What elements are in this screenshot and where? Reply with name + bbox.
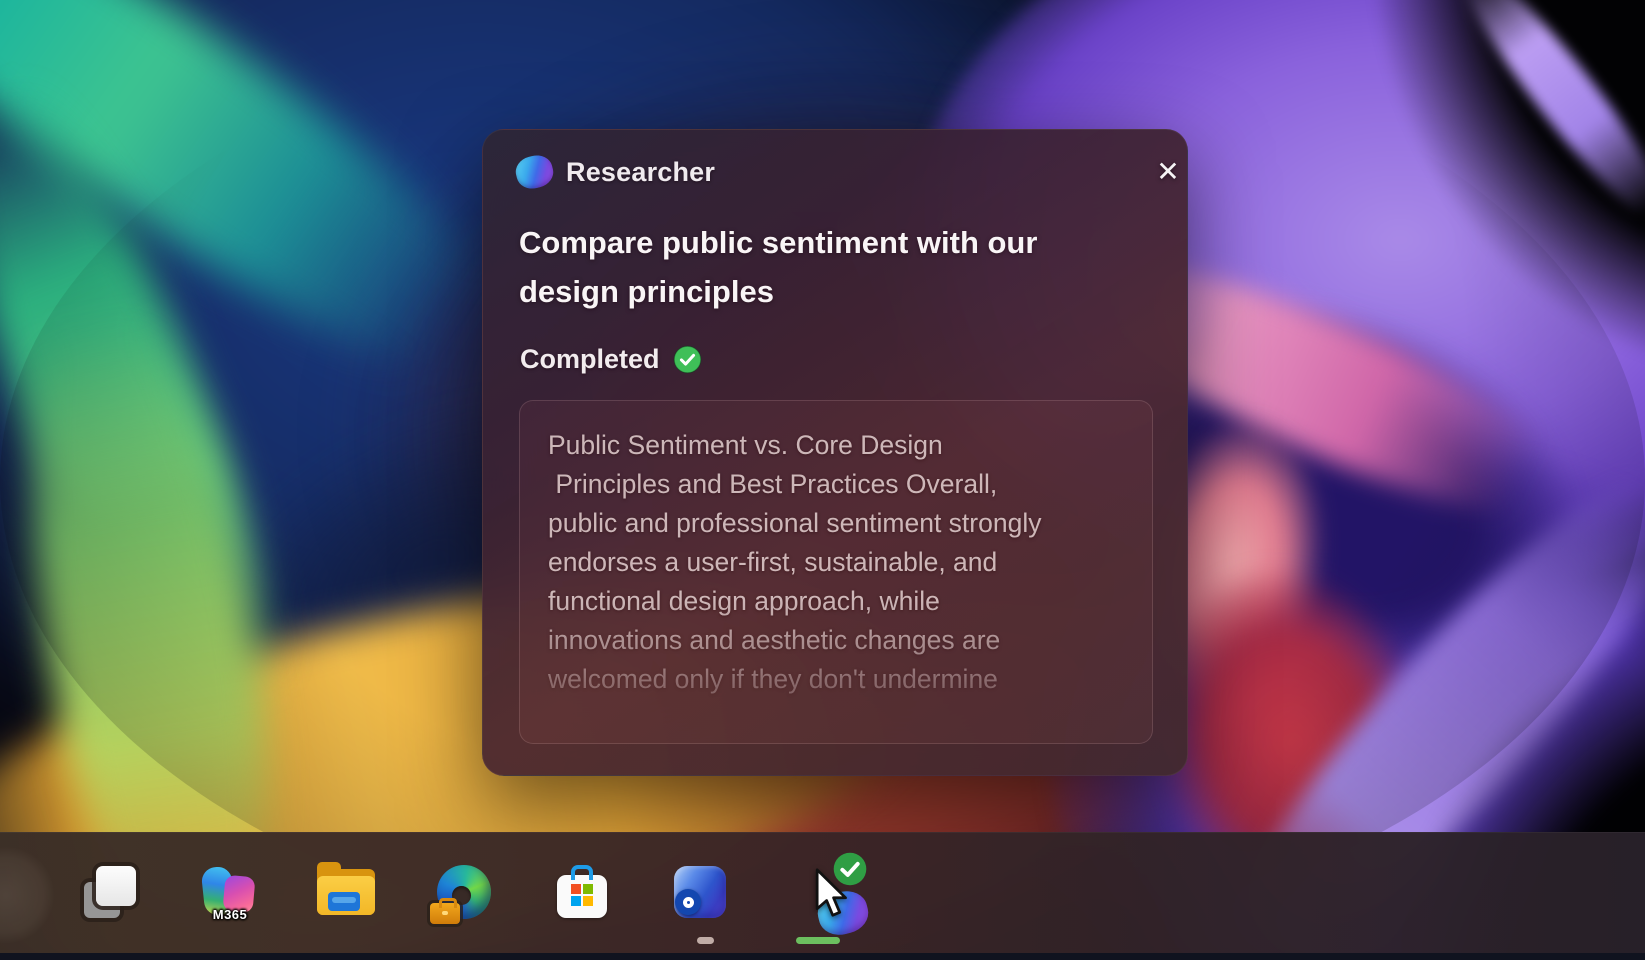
store-icon [555, 866, 609, 918]
desktop-screen: Researcher ✕ Compare public sentiment wi… [0, 0, 1645, 960]
notification-title: Compare public sentiment with our design… [519, 218, 1119, 316]
taskbar-button-outlook[interactable] [666, 858, 734, 926]
taskbar-button-microsoft-edge[interactable] [430, 858, 498, 926]
edge-icon [437, 865, 491, 919]
screen-bottom-strip [0, 953, 1645, 960]
result-line: public and professional sentiment strong… [548, 504, 1124, 543]
result-line: Principles and Best Practices Overall, [548, 465, 1124, 504]
taskbar: M365 [0, 832, 1645, 953]
close-icon: ✕ [1156, 155, 1179, 188]
status-row: Completed [520, 344, 702, 375]
notification-header: Researcher ✕ [516, 153, 1157, 191]
result-line: functional design approach, while [548, 582, 1124, 621]
outlook-icon [673, 865, 727, 919]
check-circle-icon [673, 345, 702, 374]
close-button[interactable]: ✕ [1150, 153, 1186, 189]
result-line: welcomed only if they don't undermine [548, 660, 1124, 699]
status-label: Completed [520, 344, 660, 375]
outlook-running-indicator [697, 937, 714, 944]
result-line: innovations and aesthetic changes are [548, 621, 1124, 660]
taskbar-button-m365-copilot[interactable]: M365 [194, 858, 262, 926]
taskbar-button-microsoft-store[interactable] [548, 858, 616, 926]
taskbar-button-file-explorer[interactable] [312, 858, 380, 926]
notification-app-name: Researcher [566, 157, 715, 188]
task-view-icon [82, 864, 138, 920]
researcher-notification-card[interactable]: Researcher ✕ Compare public sentiment wi… [482, 129, 1188, 776]
folder-icon [317, 869, 375, 915]
result-line: endorses a user-first, sustainable, and [548, 543, 1124, 582]
taskbar-button-researcher[interactable] [784, 858, 852, 926]
researcher-active-indicator [796, 937, 840, 944]
work-briefcase-icon [430, 903, 460, 924]
taskbar-button-task-view[interactable] [76, 858, 144, 926]
cursor-arrow [814, 867, 854, 921]
result-preview-panel[interactable]: Public Sentiment vs. Core Design Princip… [519, 400, 1153, 744]
result-line: Public Sentiment vs. Core Design [548, 426, 1124, 465]
result-preview-text: Public Sentiment vs. Core Design Princip… [520, 401, 1152, 743]
m365-badge-label: M365 [199, 907, 261, 922]
taskbar-left-glow [0, 847, 54, 943]
researcher-logo-icon [513, 152, 557, 192]
m365-copilot-icon: M365 [199, 863, 257, 921]
